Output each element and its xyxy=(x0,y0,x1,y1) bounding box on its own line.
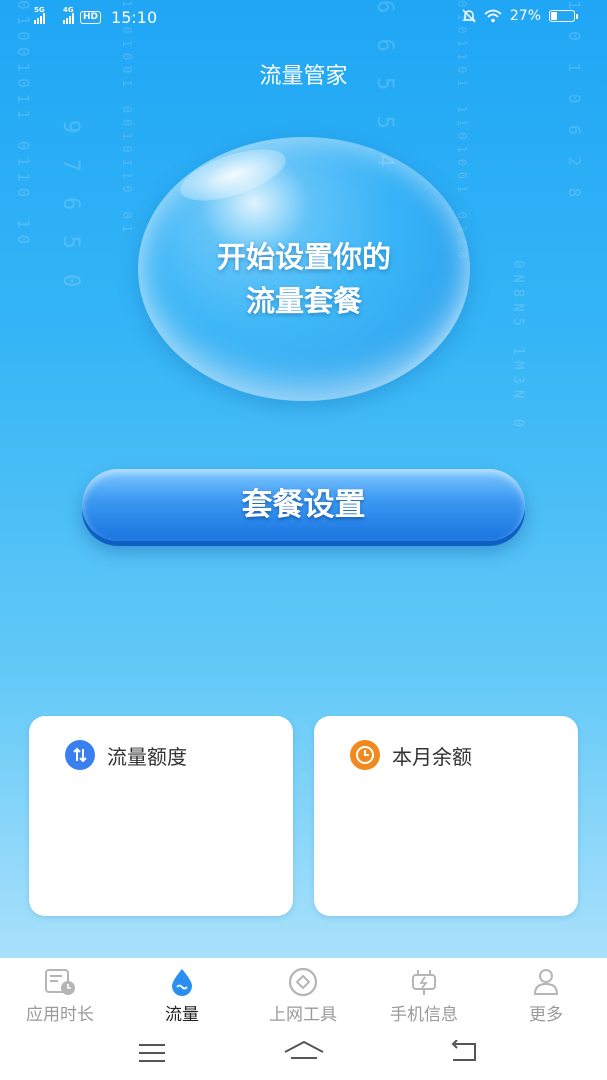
tab-traffic[interactable]: 流量 xyxy=(122,966,242,1025)
tab-phone-info[interactable]: 手机信息 xyxy=(364,966,484,1025)
tab-more[interactable]: 更多 xyxy=(486,966,606,1025)
wifi-icon xyxy=(484,9,502,23)
traffic-quota-icon xyxy=(65,740,95,770)
traffic-quota-card[interactable]: 流量额度 xyxy=(29,716,293,916)
digital-rain-decoration: 9 7 6 5 0 xyxy=(58,120,83,294)
digital-rain-decoration: 1101001 0010110 01 xyxy=(120,0,134,239)
tab-label: 应用时长 xyxy=(26,1005,94,1025)
phone-info-icon xyxy=(412,970,436,995)
network-tools-icon xyxy=(288,967,318,997)
setup-bubble[interactable]: 开始设置你的 流量套餐 xyxy=(138,137,470,401)
app-usage-icon xyxy=(45,969,75,995)
mute-icon xyxy=(462,9,476,23)
signal-strength-icon: 4G xyxy=(63,6,74,24)
package-settings-button[interactable]: 套餐设置 xyxy=(82,469,525,541)
digital-rain-decoration: 01001011 0110 10 xyxy=(14,0,33,251)
bubble-line-2: 流量套餐 xyxy=(245,284,362,318)
tab-network-tools[interactable]: 上网工具 xyxy=(243,966,363,1025)
bottom-tab-bar: 应用时长 流量 上网工具 手机信息 更多 xyxy=(0,958,607,1030)
signal-strength-icon: 5G xyxy=(34,6,45,24)
main-screen: 01001011 0110 10 9 7 6 5 0 1101001 00101… xyxy=(0,0,607,958)
menu-icon[interactable] xyxy=(137,1042,167,1064)
tab-app-usage[interactable]: 应用时长 xyxy=(0,966,120,1025)
status-bar: 5G 4G HD 15:10 27% xyxy=(0,6,607,32)
tab-label: 更多 xyxy=(529,1005,563,1025)
card-label: 本月余额 xyxy=(392,744,472,769)
home-icon[interactable] xyxy=(283,1040,325,1066)
water-drop-icon xyxy=(172,969,192,996)
status-time: 15:10 xyxy=(111,8,158,27)
bubble-line-1: 开始设置你的 xyxy=(216,240,391,274)
tab-label: 手机信息 xyxy=(390,1005,458,1025)
more-icon xyxy=(533,969,559,995)
digital-rain-decoration: 0N8N5 1M3N 0 xyxy=(510,260,526,434)
hd-voice-badge: HD xyxy=(80,11,102,24)
card-label: 流量额度 xyxy=(107,744,187,769)
system-nav-bar xyxy=(0,1030,607,1080)
battery-icon xyxy=(549,10,578,22)
battery-percent: 27% xyxy=(509,8,541,24)
back-icon[interactable] xyxy=(447,1040,479,1064)
page-title: 流量管家 xyxy=(259,64,348,89)
clock-icon xyxy=(350,740,380,770)
tab-label: 上网工具 xyxy=(269,1005,337,1025)
tab-label: 流量 xyxy=(165,1005,199,1025)
monthly-balance-card[interactable]: 本月余额 xyxy=(314,716,578,916)
